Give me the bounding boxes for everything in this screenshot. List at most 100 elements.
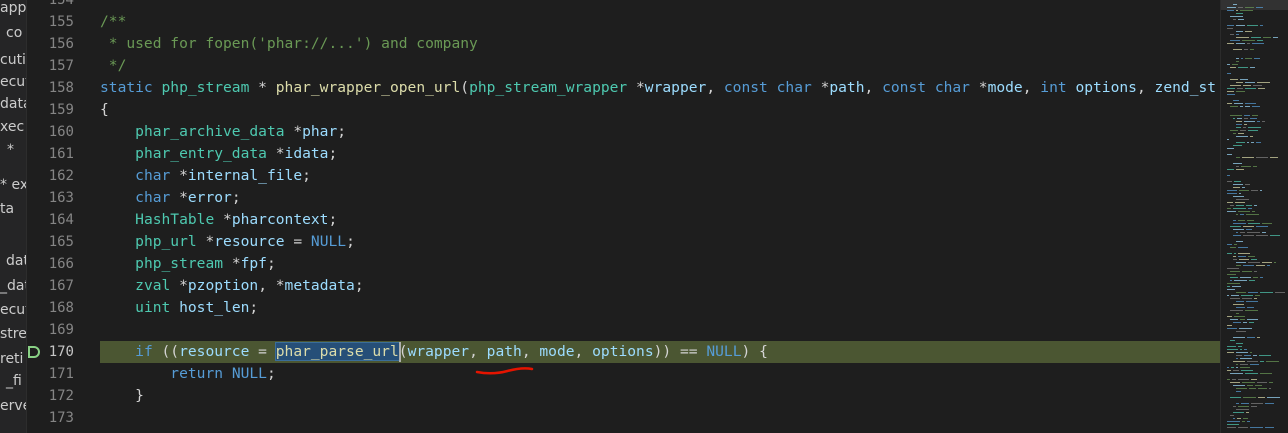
code-line[interactable]: char *internal_file; [100,165,1220,187]
minimap-code-bar [1259,355,1271,356]
code-line[interactable]: * used for fopen('phar://...') and compa… [100,33,1220,55]
code-token: , * [258,277,285,294]
minimap-code-bar [1236,265,1241,266]
code-line[interactable]: phar_entry_data *idata; [100,143,1220,165]
minimap-code-bar [1246,301,1258,302]
sidebar-item[interactable]: stre [0,323,26,345]
code-editor[interactable]: /** * used for fopen('phar://...') and c… [100,0,1220,433]
code-token: const [882,79,927,96]
code-line[interactable]: uint host_len; [100,297,1220,319]
code-line[interactable]: php_stream *fpf; [100,253,1220,275]
minimap-code-bar [1247,142,1249,143]
code-line[interactable]: { [100,99,1220,121]
code-token: metadata [284,277,355,294]
current-code-line[interactable]: if ((resource = phar_parse_url(wrapper, … [100,341,1220,363]
minimap-code-bar [1236,166,1239,167]
minimap-code-bar [1270,157,1278,158]
minimap[interactable] [1220,0,1288,433]
code-token: uint [135,299,171,316]
minimap-code-bar [1227,73,1231,74]
sidebar-item[interactable]: reti [0,348,23,370]
line-number: 156 [48,36,74,52]
sidebar-item[interactable]: data [0,93,26,115]
minimap-code-bar [1248,256,1255,257]
line-number: 162 [48,168,74,184]
code-token: if [135,343,153,360]
sidebar-item[interactable]: * [7,139,14,161]
code-line[interactable]: HashTable *pharcontext; [100,209,1220,231]
code-line[interactable] [100,407,1220,429]
sidebar-item[interactable]: dat [6,250,26,272]
code-token: * [627,79,645,96]
minimap-code-bar [1227,103,1232,104]
minimap-code-bar [1244,349,1247,350]
code-line[interactable]: php_url *resource = NULL; [100,231,1220,253]
minimap-code-bar [1248,223,1260,224]
minimap-code-bar [1240,319,1245,320]
minimap-code-bar [1230,280,1232,281]
code-token: return [170,365,224,382]
minimap-code-bar [1249,280,1255,281]
code-line[interactable]: zval *pzoption, *metadata; [100,275,1220,297]
minimap-code-bar [1227,328,1237,329]
code-line[interactable]: return NULL; [100,363,1220,385]
minimap-code-bar [1233,196,1244,197]
sidebar-item[interactable]: erve [0,395,26,417]
minimap-code-bar [1227,424,1239,425]
minimap-code-bar [1245,82,1255,83]
minimap-code-bar [1233,412,1244,413]
sidebar-item[interactable]: _fi [6,370,22,392]
sidebar-item[interactable]: xec [0,116,24,138]
sidebar-item[interactable]: co [6,22,22,44]
minimap-code-bar [1240,106,1243,107]
minimap-code-bar [1227,88,1235,89]
minimap-slider[interactable] [1221,0,1288,10]
line-number: 157 [48,58,74,74]
code-line[interactable]: } [100,385,1220,407]
code-token: , [1022,79,1041,96]
minimap-code-bar [1233,304,1244,305]
minimap-code-bar [1230,16,1243,17]
minimap-code-bar [1230,40,1240,41]
minimap-code-bar [1227,169,1234,170]
breakpoint-icon[interactable] [28,346,40,358]
code-line[interactable]: /** [100,11,1220,33]
code-line[interactable]: */ [100,55,1220,77]
minimap-code-bar [1230,79,1238,80]
minimap-code-bar [1233,337,1245,338]
code-line[interactable] [100,0,1220,11]
sidebar-item[interactable]: cuti [0,49,26,71]
sidebar-item[interactable]: app [0,0,26,19]
code-line[interactable]: char *error; [100,187,1220,209]
minimap-code-bar [1233,235,1241,236]
minimap-code-bar [1266,361,1279,362]
sidebar-item[interactable]: ecut [0,71,26,93]
minimap-code-bar [1231,367,1234,368]
sidebar-item[interactable]: * ex [0,174,26,196]
code-token: ) { [741,343,768,360]
code-line[interactable]: static php_stream * phar_wrapper_open_ur… [100,77,1220,99]
minimap-code-bar [1250,352,1252,353]
minimap-code-bar [1245,7,1254,8]
minimap-code-bar [1236,169,1244,170]
sidebar-item[interactable]: ecut [0,299,26,321]
sidebar-item[interactable]: _dat [0,275,26,297]
minimap-code-bar [1237,418,1241,419]
minimap-code-bar [1238,211,1250,212]
minimap-code-bar [1238,247,1248,248]
explorer-sidebar[interactable]: appcocutiecutdataxec** extadat_datecutst… [0,0,27,433]
code-line[interactable]: /* ... ... ://alias/or/internal/file */ [100,429,1220,433]
minimap-code-bar [1247,319,1258,320]
minimap-code-bar [1227,268,1239,269]
sidebar-item[interactable]: ta [0,198,14,220]
code-token: * [266,145,285,162]
code-token: (( [152,343,180,360]
minimap-code-bar [1230,226,1241,227]
minimap-code-bar [1227,25,1234,26]
code-line[interactable] [100,319,1220,341]
code-token: fpf [240,255,267,272]
code-line[interactable]: phar_archive_data *phar; [100,121,1220,143]
